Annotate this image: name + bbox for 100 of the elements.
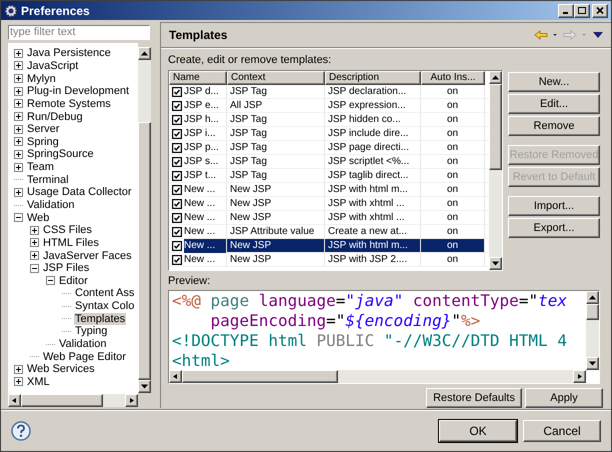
expand-icon[interactable] — [14, 364, 23, 374]
tree-item[interactable]: Terminal — [26, 174, 70, 186]
scroll-right-button[interactable] — [573, 370, 586, 383]
tree-item[interactable]: JavaServer Faces — [42, 250, 133, 262]
tree-item[interactable]: XML — [26, 376, 51, 388]
tree-item[interactable]: Java Persistence — [26, 47, 112, 60]
table-cell[interactable]: New ... — [184, 196, 226, 210]
scroll-left-button[interactable] — [169, 370, 182, 383]
filter-field[interactable]: type filter text — [8, 25, 150, 40]
button[interactable]: Edit... — [508, 94, 600, 114]
table-cell[interactable]: JSP d... — [184, 84, 226, 98]
minimize-button[interactable] — [558, 4, 574, 18]
button[interactable]: Restore Defaults — [426, 388, 522, 408]
column-header[interactable]: Context — [227, 71, 325, 85]
scroll-thumb[interactable] — [138, 122, 151, 380]
scroll-thumb[interactable] — [586, 304, 599, 320]
button[interactable]: OK — [439, 420, 517, 442]
column-header[interactable]: Description — [325, 71, 421, 85]
tree-item[interactable]: Templates — [74, 312, 126, 325]
tree-item[interactable]: Team — [26, 161, 55, 174]
scroll-thumb[interactable] — [21, 394, 103, 407]
table-cell[interactable]: New ... — [184, 182, 226, 196]
tree-item[interactable]: JavaScript — [26, 60, 80, 72]
collapse-icon[interactable] — [30, 264, 39, 273]
tree-item[interactable]: JSP Files — [42, 262, 90, 274]
button[interactable]: Remove — [508, 116, 600, 136]
tree-item[interactable]: HTML Files — [42, 236, 100, 249]
tree-item[interactable]: Mylyn — [26, 72, 57, 85]
scroll-left-button[interactable] — [8, 394, 21, 407]
tree-item[interactable]: Web — [26, 212, 50, 224]
table-cell[interactable]: New ... — [184, 224, 226, 238]
expand-icon[interactable] — [14, 188, 23, 197]
collapse-icon[interactable] — [46, 276, 55, 286]
expand-icon[interactable] — [14, 124, 23, 134]
scroll-up-button[interactable] — [138, 47, 151, 60]
tree-item[interactable]: Web Page Editor — [42, 350, 127, 363]
menu-icon[interactable] — [593, 32, 603, 38]
expand-icon[interactable] — [14, 61, 23, 70]
table-cell[interactable]: New ... — [184, 238, 226, 252]
checkbox[interactable] — [172, 254, 182, 264]
checkbox[interactable] — [172, 156, 182, 166]
expand-icon[interactable] — [30, 251, 39, 260]
expand-icon[interactable] — [14, 99, 23, 108]
scroll-thumb[interactable] — [182, 370, 338, 383]
scroll-up-button[interactable] — [586, 291, 599, 304]
tree-item[interactable]: Run/Debug — [26, 110, 84, 123]
checkbox[interactable] — [172, 198, 182, 208]
expand-icon[interactable] — [14, 112, 23, 122]
checkbox[interactable] — [172, 184, 182, 194]
close-button[interactable] — [592, 4, 608, 18]
scroll-down-button[interactable] — [138, 380, 151, 393]
tree-item[interactable]: Typing — [74, 325, 108, 338]
table-cell[interactable]: JSP s... — [184, 154, 226, 168]
expand-icon[interactable] — [30, 238, 39, 248]
tree-item[interactable]: Editor — [58, 274, 89, 287]
checkbox[interactable] — [172, 100, 182, 110]
scroll-down-button[interactable] — [489, 257, 502, 270]
scroll-right-button[interactable] — [125, 394, 138, 407]
button[interactable]: Cancel — [523, 420, 601, 442]
checkbox[interactable] — [172, 170, 182, 180]
table-cell[interactable]: JSP i... — [184, 126, 226, 140]
tree-item[interactable]: Usage Data Collector — [26, 186, 133, 198]
checkbox[interactable] — [172, 128, 182, 138]
button[interactable]: Export... — [508, 218, 600, 238]
collapse-icon[interactable] — [14, 213, 23, 222]
tree-item[interactable]: Validation — [26, 199, 76, 211]
tree-item[interactable]: CSS Files — [42, 224, 93, 236]
tree-item[interactable]: Server — [26, 123, 60, 136]
tree-item[interactable]: Validation — [58, 338, 108, 350]
expand-icon[interactable] — [14, 150, 23, 159]
tree-item[interactable]: SpringSource — [26, 148, 95, 160]
expand-icon[interactable] — [14, 377, 23, 386]
table-cell[interactable]: JSP h... — [184, 112, 226, 126]
column-header[interactable]: Auto Ins... — [421, 71, 485, 85]
expand-icon[interactable] — [14, 162, 23, 172]
checkbox[interactable] — [172, 86, 182, 96]
expand-icon[interactable] — [14, 74, 23, 84]
tree-item[interactable]: Content Ass — [74, 287, 136, 300]
vertical-scrollbar[interactable] — [586, 291, 599, 370]
table-cell[interactable]: New ... — [184, 210, 226, 224]
tree-item[interactable]: Remote Systems — [26, 98, 112, 110]
dropdown-icon[interactable] — [551, 33, 559, 37]
expand-icon[interactable] — [14, 86, 23, 96]
expand-icon[interactable] — [14, 137, 23, 146]
button[interactable]: Import... — [508, 196, 600, 216]
button[interactable]: New... — [508, 72, 600, 92]
button[interactable]: Apply — [525, 388, 603, 408]
tree-item[interactable]: Plug-in Development — [26, 85, 130, 98]
scroll-thumb[interactable] — [489, 84, 502, 170]
table-cell[interactable]: JSP e... — [184, 98, 226, 112]
tree-item[interactable]: Syntax Colo — [74, 300, 136, 312]
table-cell[interactable]: New ... — [184, 252, 226, 266]
tree-item[interactable]: Spring — [26, 136, 60, 148]
checkbox[interactable] — [172, 114, 182, 124]
column-header[interactable]: Name — [169, 71, 227, 85]
checkbox[interactable] — [172, 240, 182, 250]
checkbox[interactable] — [172, 226, 182, 236]
table-cell[interactable]: JSP p... — [184, 140, 226, 154]
expand-icon[interactable] — [14, 48, 23, 58]
table-cell[interactable]: JSP t... — [184, 168, 226, 182]
